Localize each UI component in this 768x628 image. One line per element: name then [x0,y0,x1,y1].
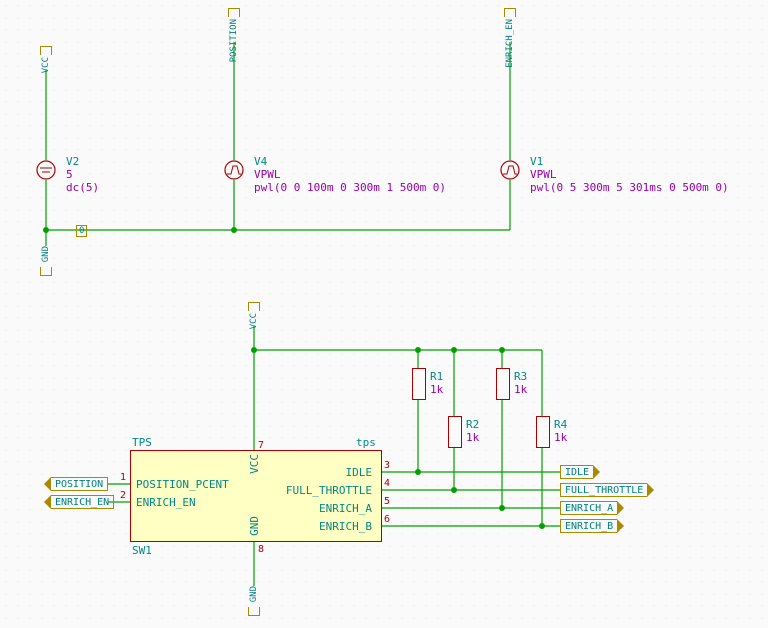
netflag-idle: IDLE [560,465,600,479]
pin1-num: 1 [120,472,126,483]
netflag-enrich-b: ENRICH_B [560,519,624,533]
pin7-name: VCC [248,454,261,474]
power-flag-gnd-chip: GND [245,586,263,616]
power-flag-gnd-1: GND [37,246,55,276]
power-flag-vcc-chip: VCC [245,302,263,332]
resistor-r4 [536,416,550,448]
power-flag-vcc: VCC [37,46,55,76]
v4-ref: V4 [254,155,267,168]
pin3-num: 3 [384,460,390,471]
source-v2 [36,160,56,180]
netflag-enrich-a: ENRICH_A [560,501,624,515]
pin6-num: 6 [384,514,390,525]
pin1-name: POSITION_PCENT [136,478,229,491]
r2-ref: R2 [466,418,479,431]
source-v1 [500,160,520,180]
v2-value: 5 [66,168,73,181]
netflag-enrich-en-in: ENRICH_EN [44,495,114,509]
v1-spice: pwl(0 5 300m 5 301ms 0 500m 0) [530,181,729,194]
pin7-num: 7 [258,440,264,451]
netflag-full-throttle: FULL_THROTTLE [560,483,654,497]
r3-ref: R3 [514,370,527,383]
r1-val: 1k [430,383,443,396]
v2-spice: dc(5) [66,181,99,194]
r3-val: 1k [514,383,527,396]
r4-ref: R4 [554,418,567,431]
pin4-num: 4 [384,478,390,489]
power-flag-enrich-en: ENRICH_EN [501,8,519,71]
v4-value: VPWL [254,168,281,181]
v1-value: VPWL [530,168,557,181]
pin3-name: IDLE [346,466,373,479]
chip-instance: tps [356,436,376,449]
resistor-r3 [496,368,510,400]
pin2-num: 2 [120,490,126,501]
resistor-r1 [412,368,426,400]
pin8-num: 8 [258,544,264,555]
r4-val: 1k [554,431,567,444]
pin5-name: ENRICH_A [319,502,372,515]
source-v4 [224,160,244,180]
pin4-name: FULL_THROTTLE [286,484,372,497]
pin5-num: 5 [384,496,390,507]
resistor-r2 [448,416,462,448]
chip-type: TPS [132,436,152,449]
netflag-position-in: POSITION [44,477,108,491]
pin8-name: GND [248,516,261,536]
r2-val: 1k [466,431,479,444]
chip-ref: SW1 [132,544,152,557]
v1-ref: V1 [530,155,543,168]
r1-ref: R1 [430,370,443,383]
net-zero: 0 [76,225,87,237]
pin6-name: ENRICH_B [319,520,372,533]
power-flag-position: POSITION [225,8,243,65]
pin2-name: ENRICH_EN [136,496,196,509]
v4-spice: pwl(0 0 100m 0 300m 1 500m 0) [254,181,446,194]
v2-ref: V2 [66,155,79,168]
